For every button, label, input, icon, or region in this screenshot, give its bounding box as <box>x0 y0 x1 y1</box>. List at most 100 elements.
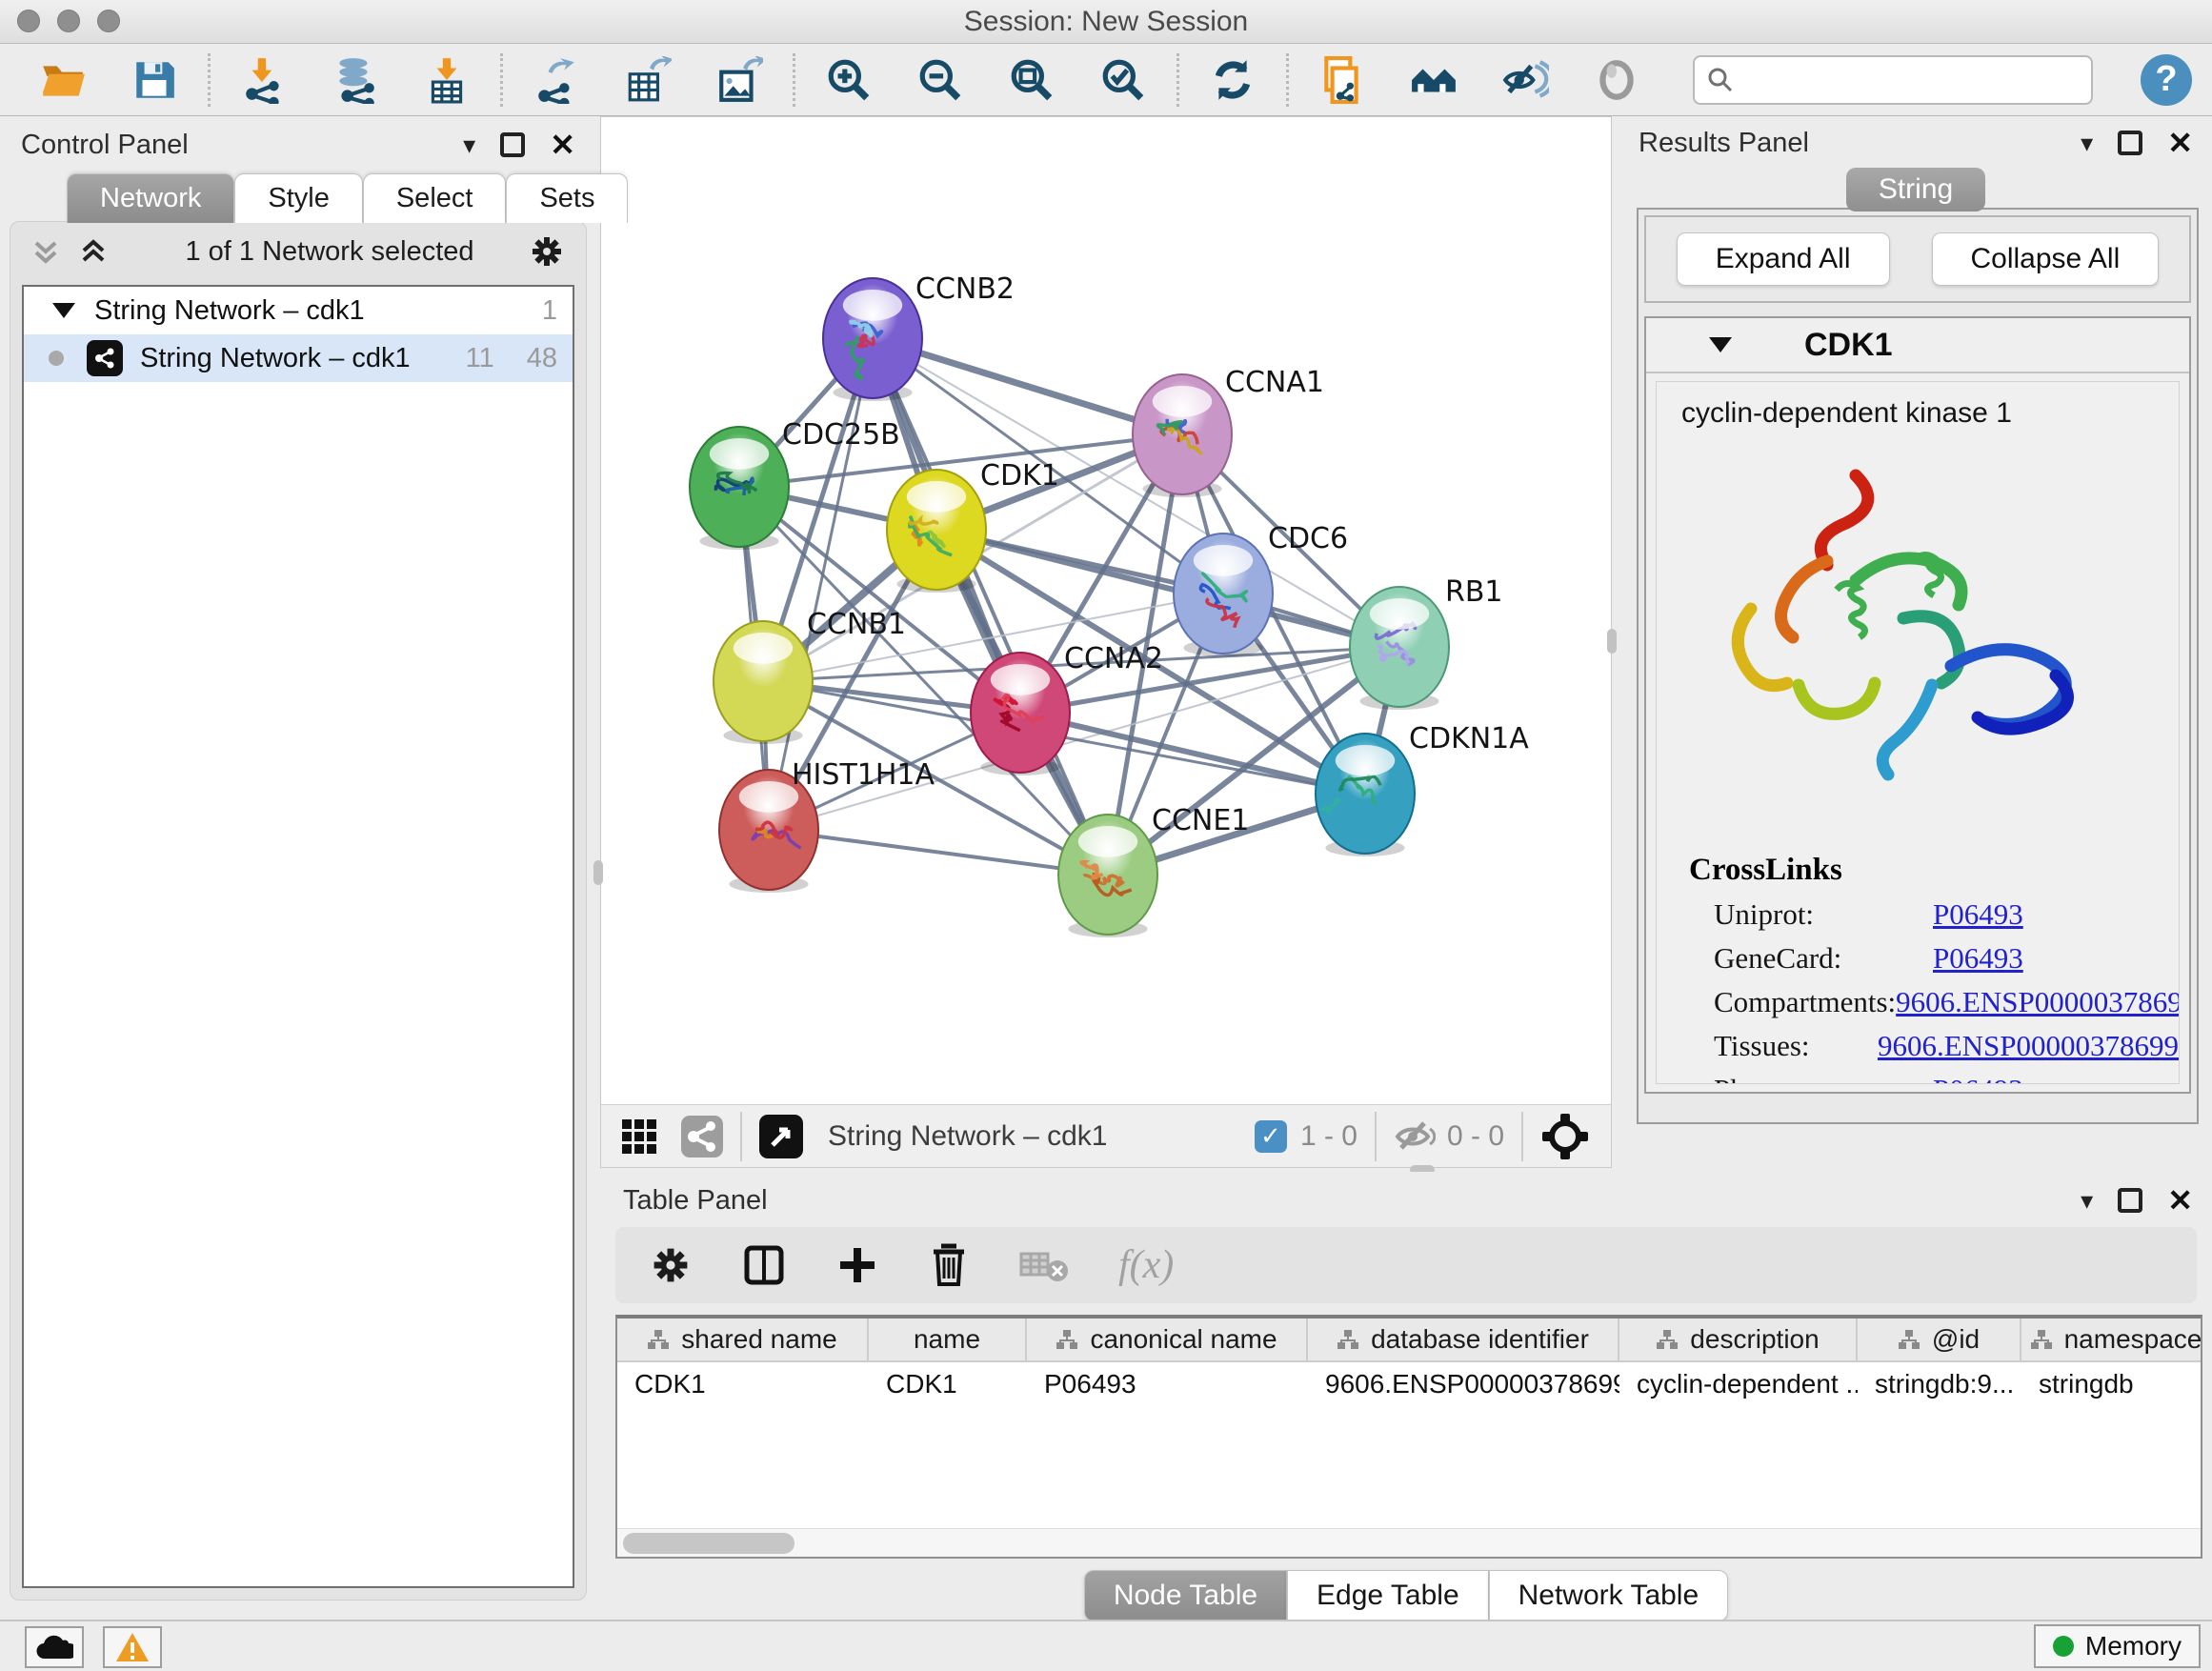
warning-status-button[interactable] <box>103 1626 162 1668</box>
panel-menu-icon[interactable]: ▾ <box>463 131 475 160</box>
network-view[interactable]: CCNB2CCNA1CDC25BCDK1CDC6RB1CCNB1CCNA2CDK… <box>600 116 1612 1168</box>
panel-float-icon[interactable] <box>2118 1188 2142 1213</box>
tab-network-table[interactable]: Network Table <box>1489 1570 1729 1621</box>
window-minimize-button[interactable] <box>57 10 80 32</box>
selected-checkbox-icon[interactable]: ✓ <box>1255 1120 1287 1153</box>
search-field[interactable] <box>1693 55 2093 105</box>
table-row[interactable]: CDK1CDK1P064939606.ENSP00000378699cyclin… <box>617 1362 2201 1406</box>
column-header-description[interactable]: description <box>1619 1319 1858 1360</box>
window-close-button[interactable] <box>17 10 40 32</box>
help-button[interactable]: ? <box>2141 54 2192 106</box>
network-share-icon[interactable] <box>681 1116 723 1158</box>
collapse-all-button[interactable]: Collapse All <box>1932 232 2160 286</box>
panel-float-icon[interactable] <box>500 132 525 157</box>
network-canvas[interactable]: CCNB2CCNA1CDC25BCDK1CDC6RB1CCNB1CCNA2CDK… <box>601 117 1611 1104</box>
column-header-namespace[interactable]: namespace <box>2021 1319 2202 1360</box>
panel-close-icon[interactable]: ✕ <box>2167 128 2193 158</box>
memory-button[interactable]: Memory <box>2034 1624 2201 1668</box>
zoom-fit-icon[interactable] <box>1007 55 1056 105</box>
node-CCNE1[interactable]: CCNE1 <box>1058 804 1249 937</box>
crosslink-link[interactable]: P06493 <box>1933 897 2023 932</box>
zoom-selected-icon[interactable] <box>1098 55 1148 105</box>
export-image-icon[interactable] <box>714 55 764 105</box>
table-cell[interactable]: CDK1 <box>617 1362 869 1406</box>
crosslink-link[interactable]: 9606.ENSP00000378699 <box>1896 985 2180 1019</box>
network-overview-icon[interactable] <box>1409 55 1458 105</box>
hide-selected-icon[interactable] <box>1500 55 1550 105</box>
collapse-all-icon[interactable] <box>31 235 60 268</box>
table-options-gear-icon[interactable] <box>650 1244 692 1286</box>
import-network-icon[interactable] <box>239 55 289 105</box>
column-header-name[interactable]: name <box>869 1319 1027 1360</box>
network-row[interactable]: String Network – cdk1 11 48 <box>24 334 573 382</box>
crosslink-link[interactable]: P06493 <box>1933 941 2023 976</box>
grid-view-icon[interactable] <box>620 1117 658 1156</box>
gene-section-header[interactable]: CDK1 <box>1646 318 2189 373</box>
save-session-icon[interactable] <box>130 55 179 105</box>
tab-select[interactable]: Select <box>363 173 507 223</box>
refresh-icon[interactable] <box>1208 55 1257 105</box>
network-collection-row[interactable]: String Network – cdk1 1 <box>24 287 573 334</box>
crosslink-link[interactable]: P06493 <box>1933 1073 2023 1084</box>
table-cell[interactable]: P06493 <box>1027 1362 1308 1406</box>
tab-node-table[interactable]: Node Table <box>1084 1570 1287 1621</box>
column-header-databaseidentifier[interactable]: database identifier <box>1308 1319 1619 1360</box>
edge-CCNB2-CCNE1[interactable] <box>873 338 1108 875</box>
column-network-icon <box>1337 1328 1359 1351</box>
tab-edge-table[interactable]: Edge Table <box>1287 1570 1489 1621</box>
tab-style[interactable]: Style <box>234 173 362 223</box>
expand-all-button[interactable]: Expand All <box>1677 232 1890 286</box>
export-table-icon[interactable] <box>623 55 673 105</box>
window-zoom-button[interactable] <box>97 10 120 32</box>
table-cell[interactable]: cyclin-dependent ... <box>1619 1362 1858 1406</box>
expand-all-icon[interactable] <box>79 235 108 268</box>
import-table-icon[interactable] <box>422 55 472 105</box>
network-options-gear-icon[interactable] <box>529 233 565 270</box>
hidden-eye-icon[interactable] <box>1394 1119 1436 1154</box>
node-CDC6[interactable]: CDC6 <box>1174 522 1348 656</box>
node-HIST1H1A[interactable]: HIST1H1A <box>719 758 935 893</box>
crosslink-link[interactable]: 9606.ENSP00000378699 <box>1878 1029 2179 1063</box>
column-header-sharedname[interactable]: shared name <box>617 1319 869 1360</box>
add-column-icon[interactable] <box>836 1244 878 1286</box>
panel-close-icon[interactable]: ✕ <box>550 130 575 160</box>
scrollbar-thumb[interactable] <box>623 1533 794 1554</box>
tree-expand-icon[interactable] <box>52 303 75 318</box>
node-CDKN1A[interactable]: CDKN1A <box>1316 722 1529 856</box>
node-CCNB2[interactable]: CCNB2 <box>823 272 1015 401</box>
search-input[interactable] <box>1735 65 2059 95</box>
right-splitter-handle[interactable] <box>1607 629 1617 654</box>
table-cell[interactable]: CDK1 <box>869 1362 1027 1406</box>
table-cell[interactable]: 9606.ENSP00000378699 <box>1308 1362 1619 1406</box>
edge-HIST1H1A-CCNE1[interactable] <box>769 830 1108 875</box>
tab-network[interactable]: Network <box>67 173 234 223</box>
pan-crosshair-icon[interactable] <box>1540 1112 1590 1161</box>
left-splitter-handle[interactable] <box>593 860 603 885</box>
open-session-icon[interactable] <box>38 55 88 105</box>
edge-CCNB2-HIST1H1A[interactable] <box>769 338 873 830</box>
horizontal-scrollbar[interactable] <box>617 1528 2201 1557</box>
zoom-in-icon[interactable] <box>824 55 874 105</box>
delete-column-icon[interactable] <box>928 1242 970 1288</box>
import-database-icon[interactable] <box>331 55 380 105</box>
table-cell[interactable]: stringdb <box>2021 1362 2202 1406</box>
clone-network-icon[interactable] <box>1317 55 1367 105</box>
tab-string[interactable]: String <box>1846 168 1985 211</box>
panel-menu-icon[interactable]: ▾ <box>2081 129 2093 158</box>
panel-close-icon[interactable]: ✕ <box>2167 1185 2193 1216</box>
column-header-canonicalname[interactable]: canonical name <box>1027 1319 1308 1360</box>
table-cell[interactable]: stringdb:9... <box>1858 1362 2021 1406</box>
tab-sets[interactable]: Sets <box>506 173 628 223</box>
show-hidden-icon[interactable] <box>1592 55 1641 105</box>
section-collapse-icon[interactable] <box>1709 337 1732 352</box>
birdseye-view-icon[interactable] <box>759 1115 803 1158</box>
node-CDK1[interactable]: CDK1 <box>887 459 1059 593</box>
panel-menu-icon[interactable]: ▾ <box>2081 1186 2093 1216</box>
column-header-id[interactable]: @id <box>1858 1319 2021 1360</box>
node-RB1[interactable]: RB1 <box>1350 575 1503 710</box>
cloud-status-button[interactable] <box>25 1626 84 1668</box>
show-columns-icon[interactable] <box>741 1242 787 1288</box>
panel-float-icon[interactable] <box>2118 131 2142 155</box>
zoom-out-icon[interactable] <box>915 55 965 105</box>
export-network-icon[interactable] <box>532 55 581 105</box>
